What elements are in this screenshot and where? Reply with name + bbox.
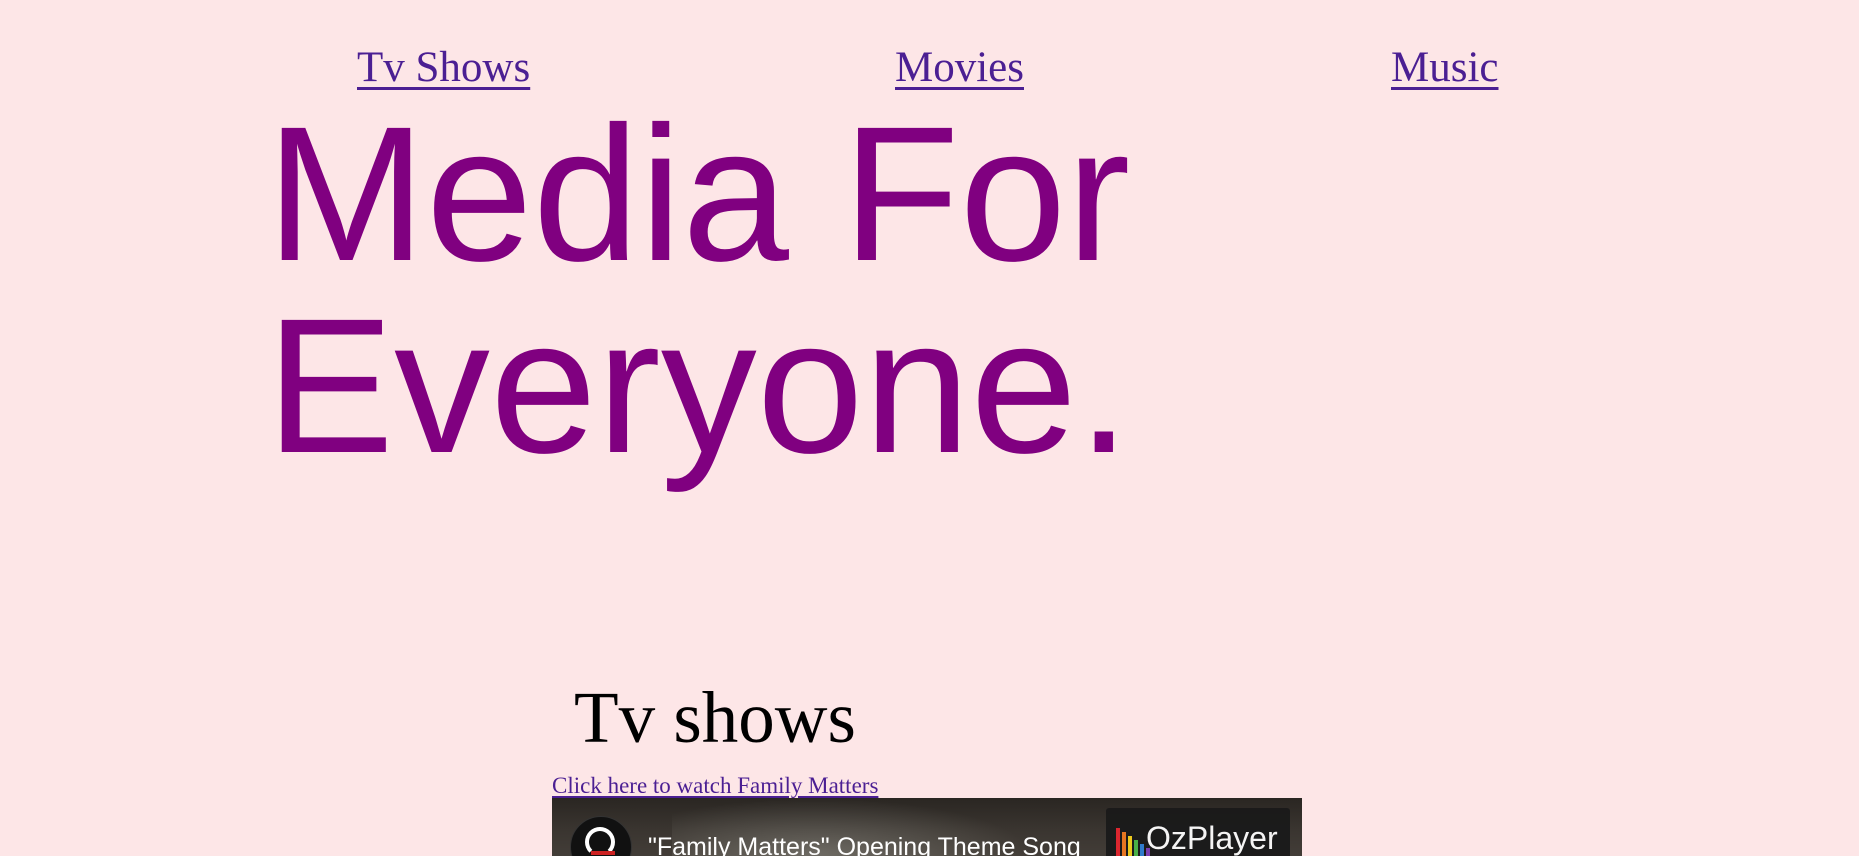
tv-shows-section-title: Tv shows (574, 677, 856, 758)
player-name: OzPlayer (1146, 820, 1278, 856)
nav-link-music[interactable]: Music (1391, 42, 1499, 94)
watch-family-matters-link[interactable]: Click here to watch Family Matters (552, 772, 878, 799)
hero-heading-line-1: Media For (266, 86, 1131, 301)
player-logo-icon (1116, 822, 1150, 856)
hero-heading: Media For Everyone. (266, 98, 1130, 482)
video-player[interactable]: "Family Matters" Opening Theme Song OzPl… (552, 798, 1302, 856)
hero-heading-line-2: Everyone. (266, 278, 1131, 493)
player-badge: OzPlayer (1106, 808, 1290, 856)
video-title[interactable]: "Family Matters" Opening Theme Song (648, 832, 1081, 856)
